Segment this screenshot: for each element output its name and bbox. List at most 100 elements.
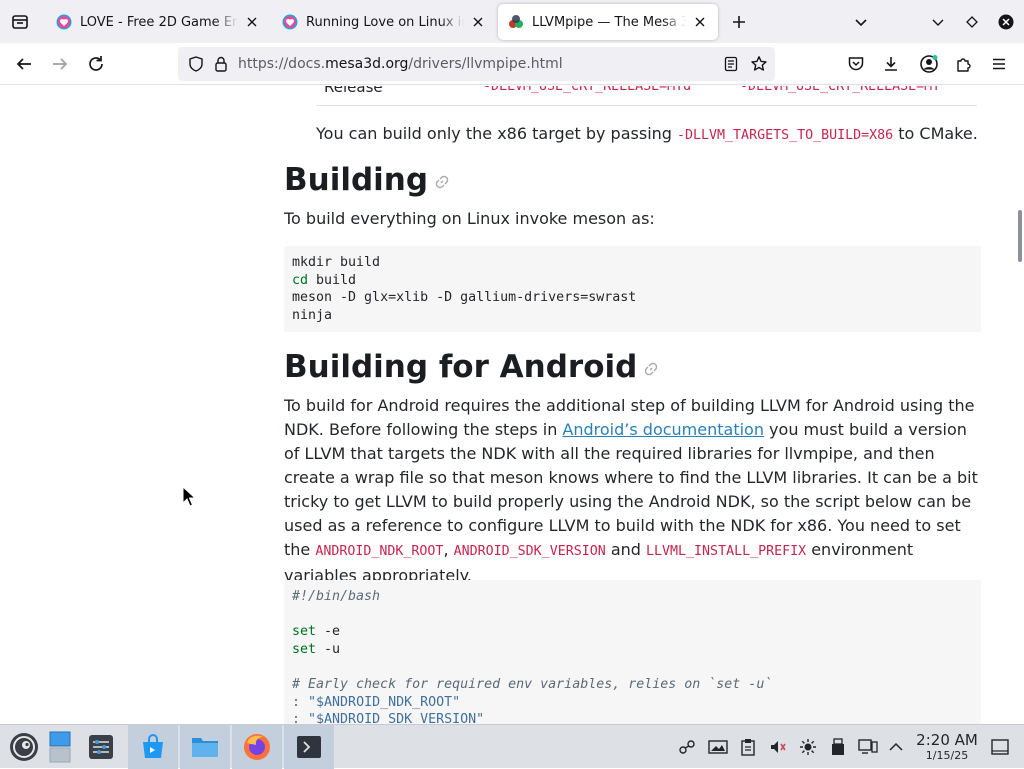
- tab-llvmpipe[interactable]: LLVMpipe — The Mesa 3D Graphics Library: [498, 4, 718, 40]
- love-favicon-icon: [282, 14, 298, 30]
- permalink-icon[interactable]: [434, 174, 450, 190]
- page-content[interactable]: Release -DLLVM_USE_CRT_RELEASE=MTd -DLLV…: [0, 86, 1024, 724]
- code-args: build: [332, 255, 381, 270]
- heading-text: Building for Android: [284, 349, 638, 385]
- heading-text: Building: [284, 162, 429, 198]
- x86-note: You can build only the x86 target by pas…: [316, 122, 986, 148]
- back-button[interactable]: [9, 49, 39, 79]
- firefox-view-icon: [12, 15, 28, 29]
- discover-store-icon: [143, 734, 163, 758]
- firefox-view-button[interactable]: [5, 7, 35, 37]
- hamburger-menu-icon: [993, 58, 1005, 70]
- code-command: mkdir: [292, 255, 333, 270]
- network-icon: [679, 740, 695, 754]
- tab-title: LÖVE - Free 2D Game Engine: [80, 14, 238, 30]
- usb-drive-icon: [832, 738, 844, 755]
- code-operator: :: [292, 694, 301, 710]
- lock-icon[interactable]: [214, 56, 228, 72]
- plus-icon: [733, 16, 745, 28]
- code-string: "$ANDROID_SDK_VERSION": [308, 712, 485, 724]
- code-args: -D glx=xlib -D gallium-drivers=swrast: [332, 290, 637, 306]
- tab-running-love[interactable]: Running Love on Linux in 2024: [272, 4, 496, 40]
- list-all-tabs-button[interactable]: [846, 7, 876, 37]
- tab-title: LLVMpipe — The Mesa 3D Graphics Library: [532, 14, 686, 30]
- app-menu-button[interactable]: [984, 49, 1014, 79]
- puzzle-icon: [957, 58, 971, 72]
- navigation-toolbar: https://docs.mesa3d.org/drivers/llvmpipe…: [0, 43, 1024, 85]
- text: to CMake.: [893, 124, 978, 143]
- extensions-button[interactable]: [949, 49, 979, 79]
- url-domain: mesa3d.org: [325, 56, 409, 72]
- download-icon: [885, 57, 897, 71]
- pocket-button[interactable]: [841, 49, 871, 79]
- tray-screenshot[interactable]: [707, 736, 729, 758]
- taskbar-konsole[interactable]: [284, 725, 334, 769]
- tab-love[interactable]: LÖVE - Free 2D Game Engine: [46, 4, 270, 40]
- close-tab-icon[interactable]: [244, 14, 260, 30]
- close-tab-icon[interactable]: [692, 14, 708, 30]
- window-close-button[interactable]: [991, 7, 1021, 37]
- mouse-cursor-icon: [182, 486, 196, 507]
- code-args: build: [308, 272, 357, 288]
- code-block-android-script: #!/bin/bash set -e set -u # Early check …: [284, 580, 981, 724]
- android-docs-link[interactable]: Android’s documentation: [562, 420, 764, 439]
- building-intro: To build everything on Linux invoke meso…: [284, 209, 655, 228]
- code-comment: # Early check for required env variables…: [292, 676, 773, 692]
- chevron-down-icon: [855, 19, 867, 27]
- volume-muted-icon: [771, 741, 786, 753]
- code-command: ninja: [292, 307, 333, 323]
- url-path: /drivers/llvmpipe.html: [408, 56, 563, 72]
- tray-kde-connect[interactable]: [857, 736, 879, 758]
- reader-view-icon[interactable]: [723, 56, 739, 72]
- code-text: -u: [316, 641, 341, 657]
- close-tab-icon[interactable]: [470, 14, 486, 30]
- permalink-icon[interactable]: [643, 361, 659, 377]
- desktop-icon: [991, 739, 1009, 755]
- pager-button[interactable]: [46, 725, 74, 769]
- firefox-icon: [244, 734, 270, 760]
- application-launcher-button[interactable]: [4, 725, 44, 769]
- code-keyword: set: [292, 641, 317, 657]
- heading-building: Building: [284, 162, 450, 198]
- tray-brightness[interactable]: [797, 736, 819, 758]
- new-tab-button[interactable]: [724, 7, 754, 37]
- opensuse-logo-icon: [10, 733, 38, 761]
- tray-volume[interactable]: [767, 736, 789, 758]
- taskbar-firefox[interactable]: [232, 725, 282, 769]
- tray-clipboard[interactable]: [737, 736, 759, 758]
- reload-button[interactable]: [81, 49, 111, 79]
- code-block-build: mkdir build cd build meson -D glx=xlib -…: [284, 246, 981, 332]
- tray-expand-button[interactable]: [885, 736, 907, 758]
- taskbar-system-settings[interactable]: [80, 725, 122, 769]
- tray-network-settings[interactable]: [676, 736, 698, 758]
- bookmark-star-icon[interactable]: [750, 55, 768, 73]
- clock-time[interactable]: 2:20 AM: [912, 731, 982, 749]
- window-minimize-button[interactable]: [923, 7, 953, 37]
- taskbar-file-manager[interactable]: [180, 725, 230, 769]
- virtual-desktop-icon: [49, 731, 71, 763]
- forward-button[interactable]: [45, 49, 75, 79]
- url-text[interactable]: https://docs.mesa3d.org/drivers/llvmpipe…: [238, 56, 563, 72]
- text: ,: [443, 540, 449, 559]
- love-favicon-icon: [56, 14, 72, 30]
- downloads-button[interactable]: [876, 49, 906, 79]
- text: you must build a version of LLVM that ta…: [284, 420, 978, 559]
- taskbar: 2:20 AM 1/15/25: [0, 724, 1024, 769]
- code-string: "$ANDROID_NDK_ROOT": [308, 694, 461, 710]
- folder-icon: [192, 738, 218, 757]
- pocket-icon: [848, 57, 864, 71]
- taskbar-discover[interactable]: [128, 725, 178, 769]
- clock-date[interactable]: 1/15/25: [912, 749, 982, 762]
- code-command: meson: [292, 290, 333, 306]
- heading-building-for-android: Building for Android: [284, 349, 659, 385]
- code-command: cd: [292, 272, 309, 288]
- tracking-protection-shield-icon[interactable]: [188, 56, 204, 72]
- table-cell-flag: -DLLVM_USE_CRT_RELEASE=MTd: [483, 86, 692, 94]
- inline-code: ANDROID_SDK_VERSION: [453, 544, 606, 559]
- account-button[interactable]: [914, 49, 944, 79]
- url-bar[interactable]: https://docs.mesa3d.org/drivers/llvmpipe…: [178, 47, 775, 81]
- tray-removable-devices[interactable]: [827, 736, 849, 758]
- window-maximize-button[interactable]: [957, 7, 987, 37]
- show-desktop-button[interactable]: [989, 736, 1011, 758]
- scrollbar-thumb[interactable]: [1018, 210, 1022, 262]
